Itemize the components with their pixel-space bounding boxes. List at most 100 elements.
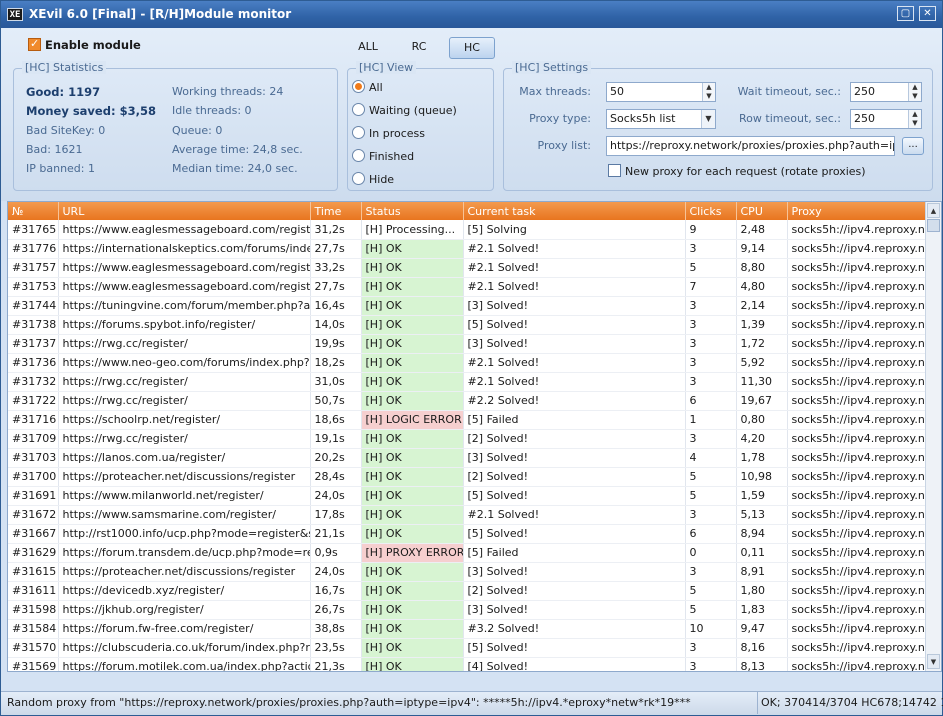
wait-timeout-input[interactable]: 250 ▲ ▼ <box>850 82 922 102</box>
cell-url: https://rwg.cc/register/ <box>58 372 311 392</box>
checkbox-icon[interactable] <box>608 164 621 177</box>
table-row[interactable]: #31753 https://www.eaglesmessageboard.com… <box>8 277 927 297</box>
checkbox-checked-icon[interactable] <box>28 37 41 51</box>
row-timeout-input[interactable]: 250 ▲ ▼ <box>850 109 922 129</box>
table-row[interactable]: #31716 https://schoolrp.net/register/18,6… <box>8 410 927 430</box>
enable-module-checkbox[interactable]: Enable module <box>28 37 141 52</box>
title-bar[interactable]: XE XEvil 6.0 [Final] - [R/H]Module monit… <box>1 1 942 28</box>
cell-number: #31598 <box>8 600 59 620</box>
table-row[interactable]: #31700 https://proteacher.net/discussions… <box>8 467 927 487</box>
table-row[interactable]: #31691 https://www.milanworld.net/registe… <box>8 486 927 506</box>
table-row[interactable]: #31757 https://www.eaglesmessageboard.com… <box>8 258 927 278</box>
table-row[interactable]: #31722 https://rwg.cc/register/50,7s [H] O… <box>8 391 927 411</box>
proxy-type-select[interactable]: Socks5h list ▼ <box>606 109 716 129</box>
cell-cpu: 8,80 <box>736 258 788 278</box>
tab-rc[interactable]: RC <box>401 37 437 59</box>
max-threads-input[interactable]: 50 ▲ ▼ <box>606 82 716 102</box>
column-header-url[interactable]: URL <box>58 202 311 220</box>
task-grid[interactable]: № URL Time Status Current task Clicks CP… <box>7 201 942 672</box>
cell-clicks: 3 <box>685 353 737 373</box>
table-row[interactable]: #31667 http://rst1000.info/ucp.php?mode=r… <box>8 524 927 544</box>
view-option-label: In process <box>369 127 425 140</box>
cell-url: https://forums.spybot.info/register/ <box>58 315 311 335</box>
column-header-cpu[interactable]: CPU <box>736 202 788 220</box>
wait-timeout-value: 250 <box>854 85 875 98</box>
cell-status: [H] OK <box>361 315 464 335</box>
cell-proxy: socks5h://ipv4.reproxy.netw <box>787 277 927 297</box>
scroll-down-icon[interactable]: ▼ <box>927 654 940 669</box>
cell-status: [H] OK <box>361 429 464 449</box>
spin-arrows-icon[interactable]: ▲ ▼ <box>908 110 921 128</box>
table-row[interactable]: #31672 https://www.samsmarine.com/registe… <box>8 505 927 525</box>
cell-url: https://rwg.cc/register/ <box>58 429 311 449</box>
max-threads-label: Max threads: <box>519 85 591 98</box>
scroll-up-icon[interactable]: ▲ <box>927 203 940 218</box>
cell-status: [H] OK <box>361 524 464 544</box>
cell-number: #31757 <box>8 258 59 278</box>
tab-hc[interactable]: HC <box>449 37 495 59</box>
table-row[interactable]: #31611 https://devicedb.xyz/register/16,7… <box>8 581 927 601</box>
radio-icon[interactable] <box>352 126 365 139</box>
column-header-clicks[interactable]: Clicks <box>685 202 737 220</box>
browse-proxy-button[interactable]: ... <box>902 137 924 155</box>
table-row[interactable]: #31732 https://rwg.cc/register/31,0s [H] O… <box>8 372 927 392</box>
cell-url: https://www.eaglesmessageboard.com/regis… <box>58 220 311 240</box>
view-option-finished[interactable]: Finished <box>352 149 414 163</box>
rotate-proxies-checkbox[interactable]: New proxy for each request (rotate proxi… <box>608 164 866 178</box>
table-row[interactable]: #31736 https://www.neo-geo.com/forums/ind… <box>8 353 927 373</box>
column-header-current-task[interactable]: Current task <box>463 202 686 220</box>
table-row[interactable]: #31703 https://lanos.com.ua/register/20,2… <box>8 448 927 468</box>
view-option-waiting[interactable]: Waiting (queue) <box>352 103 457 117</box>
view-option-in-process[interactable]: In process <box>352 126 425 140</box>
cell-clicks: 5 <box>685 467 737 487</box>
cell-time: 27,7s <box>310 277 362 297</box>
table-row[interactable]: #31569 https://forum.motilek.com.ua/index… <box>8 657 927 671</box>
cell-clicks: 3 <box>685 638 737 658</box>
cell-cpu: 8,94 <box>736 524 788 544</box>
table-row[interactable]: #31629 https://forum.transdem.de/ucp.php?… <box>8 543 927 563</box>
stat-bad-sitekey: Bad SiteKey: 0 <box>26 124 106 137</box>
task-table: № URL Time Status Current task Clicks CP… <box>8 202 927 671</box>
column-header-time[interactable]: Time <box>310 202 362 220</box>
table-row[interactable]: #31598 https://jkhub.org/register/26,7s [H… <box>8 600 927 620</box>
cell-status: [H] OK <box>361 448 464 468</box>
table-row[interactable]: #31738 https://forums.spybot.info/registe… <box>8 315 927 335</box>
radio-selected-icon[interactable] <box>352 80 365 93</box>
cell-proxy: socks5h://ipv4.reproxy.netw <box>787 657 927 671</box>
vertical-scrollbar[interactable]: ▲ ▼ <box>925 202 941 671</box>
cell-cpu: 5,13 <box>736 505 788 525</box>
cell-proxy: socks5h://ipv4.reproxy.netw <box>787 524 927 544</box>
view-option-hide[interactable]: Hide <box>352 172 394 186</box>
table-row[interactable]: #31709 https://rwg.cc/register/19,1s [H] O… <box>8 429 927 449</box>
table-row[interactable]: #31737 https://rwg.cc/register/19,9s [H] O… <box>8 334 927 354</box>
table-row[interactable]: #31744 https://tuningvine.com/forum/membe… <box>8 296 927 316</box>
spin-arrows-icon[interactable]: ▲ ▼ <box>908 83 921 101</box>
cell-current-task: #2.1 Solved! <box>463 277 686 297</box>
radio-icon[interactable] <box>352 149 365 162</box>
table-row[interactable]: #31615 https://proteacher.net/discussions… <box>8 562 927 582</box>
column-header-number[interactable]: № <box>8 202 59 220</box>
column-header-status[interactable]: Status <box>361 202 464 220</box>
proxy-list-input[interactable]: https://reproxy.network/proxies/proxies.… <box>606 136 895 156</box>
cell-clicks: 5 <box>685 600 737 620</box>
statistics-title: [HC] Statistics <box>22 61 107 74</box>
spin-arrows-icon[interactable]: ▲ ▼ <box>702 83 715 101</box>
table-row[interactable]: #31570 https://clubscuderia.co.uk/forum/i… <box>8 638 927 658</box>
tab-all[interactable]: ALL <box>350 37 386 59</box>
table-row[interactable]: #31765 https://www.eaglesmessageboard.com… <box>8 220 927 240</box>
column-header-proxy[interactable]: Proxy <box>787 202 927 220</box>
table-row[interactable]: #31584 https://forum.fw-free.com/register… <box>8 619 927 639</box>
view-option-all[interactable]: All <box>352 80 383 94</box>
cell-clicks: 3 <box>685 372 737 392</box>
radio-icon[interactable] <box>352 172 365 185</box>
scroll-thumb[interactable] <box>927 219 940 232</box>
restore-button[interactable]: ▢ <box>897 6 914 21</box>
table-row[interactable]: #31776 https://internationalskeptics.com/… <box>8 239 927 259</box>
cell-url: https://proteacher.net/discussions/regis… <box>58 467 311 487</box>
cell-cpu: 9,47 <box>736 619 788 639</box>
radio-icon[interactable] <box>352 103 365 116</box>
cell-current-task: #2.1 Solved! <box>463 258 686 278</box>
close-button[interactable]: ✕ <box>919 6 936 21</box>
cell-status: [H] OK <box>361 277 464 297</box>
chevron-down-icon[interactable]: ▼ <box>701 110 715 128</box>
